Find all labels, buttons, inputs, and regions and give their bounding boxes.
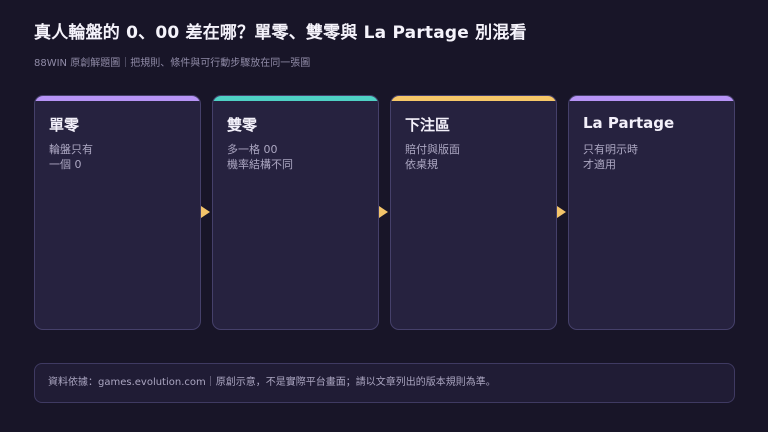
card-line: 才適用 <box>583 158 616 171</box>
card-title: 單零 <box>49 116 80 134</box>
card-line: 依桌規 <box>405 158 438 171</box>
card-line: 多一格 00 <box>227 143 278 156</box>
card-title: 雙零 <box>227 116 258 134</box>
card-accent-bar <box>391 96 556 101</box>
infographic: 真人輪盤的 0、00 差在哪？單零、雙零與 La Partage 別混看 88W… <box>0 0 768 432</box>
card-line: 一個 0 <box>49 158 82 171</box>
footnote-text: 資料依據：games.evolution.com｜原創示意，不是實際平台畫面；請… <box>48 377 496 388</box>
card-accent-bar <box>213 96 378 101</box>
card-title: 下注區 <box>405 116 451 134</box>
step-card-betting-area: 下注區 賠付與版面 依桌規 <box>390 95 557 330</box>
source-footnote: 資料依據：games.evolution.com｜原創示意，不是實際平台畫面；請… <box>34 363 735 403</box>
card-line: 機率結構不同 <box>227 158 293 171</box>
page-subtitle: 88WIN 原創解題圖｜把規則、條件與可行動步驟放在同一張圖 <box>34 58 311 69</box>
card-accent-bar <box>569 96 734 101</box>
arrow-right-icon <box>379 206 388 218</box>
arrow-right-icon <box>557 206 566 218</box>
step-card-double-zero: 雙零 多一格 00 機率結構不同 <box>212 95 379 330</box>
card-line: 只有明示時 <box>583 143 638 156</box>
card-line: 賠付與版面 <box>405 143 460 156</box>
arrow-right-icon <box>201 206 210 218</box>
card-accent-bar <box>35 96 200 101</box>
step-card-single-zero: 單零 輪盤只有 一個 0 <box>34 95 201 330</box>
card-title: La Partage <box>583 114 675 132</box>
card-line: 輪盤只有 <box>49 143 93 156</box>
page-title: 真人輪盤的 0、00 差在哪？單零、雙零與 La Partage 別混看 <box>34 23 527 43</box>
step-card-la-partage: La Partage 只有明示時 才適用 <box>568 95 735 330</box>
